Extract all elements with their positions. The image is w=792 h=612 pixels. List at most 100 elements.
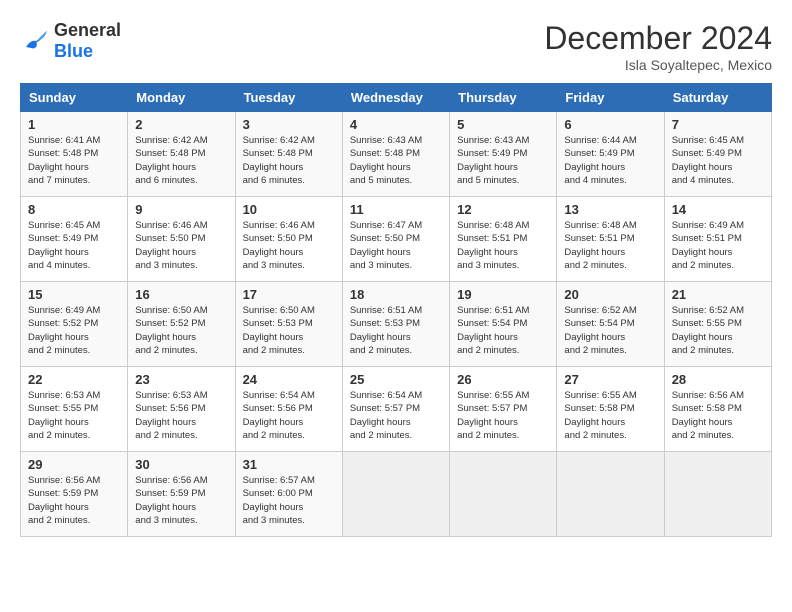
- day-info: Sunrise: 6:55 AM Sunset: 5:58 PM Dayligh…: [564, 389, 656, 442]
- day-info: Sunrise: 6:55 AM Sunset: 5:57 PM Dayligh…: [457, 389, 549, 442]
- day-info: Sunrise: 6:56 AM Sunset: 5:58 PM Dayligh…: [672, 389, 764, 442]
- table-cell: 30 Sunrise: 6:56 AM Sunset: 5:59 PM Dayl…: [128, 452, 235, 537]
- day-number: 30: [135, 457, 227, 472]
- header-thursday: Thursday: [450, 84, 557, 112]
- day-number: 10: [243, 202, 335, 217]
- table-cell: [450, 452, 557, 537]
- logo-text: General Blue: [54, 20, 121, 62]
- header-sunday: Sunday: [21, 84, 128, 112]
- day-number: 14: [672, 202, 764, 217]
- table-cell: 18 Sunrise: 6:51 AM Sunset: 5:53 PM Dayl…: [342, 282, 449, 367]
- table-cell: [664, 452, 771, 537]
- day-info: Sunrise: 6:42 AM Sunset: 5:48 PM Dayligh…: [243, 134, 335, 187]
- logo: General Blue: [20, 20, 121, 62]
- table-cell: 1 Sunrise: 6:41 AM Sunset: 5:48 PM Dayli…: [21, 112, 128, 197]
- day-info: Sunrise: 6:48 AM Sunset: 5:51 PM Dayligh…: [457, 219, 549, 272]
- day-number: 19: [457, 287, 549, 302]
- day-info: Sunrise: 6:53 AM Sunset: 5:56 PM Dayligh…: [135, 389, 227, 442]
- calendar-row: 15 Sunrise: 6:49 AM Sunset: 5:52 PM Dayl…: [21, 282, 772, 367]
- month-title: December 2024: [544, 20, 772, 57]
- day-number: 8: [28, 202, 120, 217]
- day-number: 26: [457, 372, 549, 387]
- day-number: 17: [243, 287, 335, 302]
- day-info: Sunrise: 6:42 AM Sunset: 5:48 PM Dayligh…: [135, 134, 227, 187]
- table-cell: 20 Sunrise: 6:52 AM Sunset: 5:54 PM Dayl…: [557, 282, 664, 367]
- day-number: 31: [243, 457, 335, 472]
- day-number: 16: [135, 287, 227, 302]
- header-saturday: Saturday: [664, 84, 771, 112]
- day-info: Sunrise: 6:51 AM Sunset: 5:54 PM Dayligh…: [457, 304, 549, 357]
- day-info: Sunrise: 6:43 AM Sunset: 5:49 PM Dayligh…: [457, 134, 549, 187]
- table-cell: 14 Sunrise: 6:49 AM Sunset: 5:51 PM Dayl…: [664, 197, 771, 282]
- calendar-table: Sunday Monday Tuesday Wednesday Thursday…: [20, 83, 772, 537]
- table-cell: 15 Sunrise: 6:49 AM Sunset: 5:52 PM Dayl…: [21, 282, 128, 367]
- table-cell: 13 Sunrise: 6:48 AM Sunset: 5:51 PM Dayl…: [557, 197, 664, 282]
- day-number: 18: [350, 287, 442, 302]
- table-cell: 26 Sunrise: 6:55 AM Sunset: 5:57 PM Dayl…: [450, 367, 557, 452]
- table-cell: 7 Sunrise: 6:45 AM Sunset: 5:49 PM Dayli…: [664, 112, 771, 197]
- table-cell: 2 Sunrise: 6:42 AM Sunset: 5:48 PM Dayli…: [128, 112, 235, 197]
- header-wednesday: Wednesday: [342, 84, 449, 112]
- day-number: 4: [350, 117, 442, 132]
- day-info: Sunrise: 6:44 AM Sunset: 5:49 PM Dayligh…: [564, 134, 656, 187]
- day-number: 9: [135, 202, 227, 217]
- day-info: Sunrise: 6:54 AM Sunset: 5:56 PM Dayligh…: [243, 389, 335, 442]
- table-cell: 27 Sunrise: 6:55 AM Sunset: 5:58 PM Dayl…: [557, 367, 664, 452]
- day-info: Sunrise: 6:46 AM Sunset: 5:50 PM Dayligh…: [243, 219, 335, 272]
- day-info: Sunrise: 6:50 AM Sunset: 5:52 PM Dayligh…: [135, 304, 227, 357]
- day-info: Sunrise: 6:57 AM Sunset: 6:00 PM Dayligh…: [243, 474, 335, 527]
- day-info: Sunrise: 6:47 AM Sunset: 5:50 PM Dayligh…: [350, 219, 442, 272]
- day-number: 24: [243, 372, 335, 387]
- day-info: Sunrise: 6:50 AM Sunset: 5:53 PM Dayligh…: [243, 304, 335, 357]
- day-info: Sunrise: 6:52 AM Sunset: 5:54 PM Dayligh…: [564, 304, 656, 357]
- table-cell: 12 Sunrise: 6:48 AM Sunset: 5:51 PM Dayl…: [450, 197, 557, 282]
- location-title: Isla Soyaltepec, Mexico: [544, 57, 772, 73]
- title-area: December 2024 Isla Soyaltepec, Mexico: [544, 20, 772, 73]
- table-cell: 19 Sunrise: 6:51 AM Sunset: 5:54 PM Dayl…: [450, 282, 557, 367]
- day-number: 7: [672, 117, 764, 132]
- table-cell: 31 Sunrise: 6:57 AM Sunset: 6:00 PM Dayl…: [235, 452, 342, 537]
- header: General Blue December 2024 Isla Soyaltep…: [20, 20, 772, 73]
- table-cell: 22 Sunrise: 6:53 AM Sunset: 5:55 PM Dayl…: [21, 367, 128, 452]
- day-number: 20: [564, 287, 656, 302]
- table-cell: 29 Sunrise: 6:56 AM Sunset: 5:59 PM Dayl…: [21, 452, 128, 537]
- day-number: 3: [243, 117, 335, 132]
- day-info: Sunrise: 6:51 AM Sunset: 5:53 PM Dayligh…: [350, 304, 442, 357]
- day-number: 15: [28, 287, 120, 302]
- table-cell: 10 Sunrise: 6:46 AM Sunset: 5:50 PM Dayl…: [235, 197, 342, 282]
- day-info: Sunrise: 6:54 AM Sunset: 5:57 PM Dayligh…: [350, 389, 442, 442]
- day-number: 23: [135, 372, 227, 387]
- day-info: Sunrise: 6:53 AM Sunset: 5:55 PM Dayligh…: [28, 389, 120, 442]
- day-info: Sunrise: 6:56 AM Sunset: 5:59 PM Dayligh…: [28, 474, 120, 527]
- calendar-row: 29 Sunrise: 6:56 AM Sunset: 5:59 PM Dayl…: [21, 452, 772, 537]
- day-number: 2: [135, 117, 227, 132]
- day-info: Sunrise: 6:48 AM Sunset: 5:51 PM Dayligh…: [564, 219, 656, 272]
- calendar-row: 22 Sunrise: 6:53 AM Sunset: 5:55 PM Dayl…: [21, 367, 772, 452]
- day-number: 29: [28, 457, 120, 472]
- table-cell: 17 Sunrise: 6:50 AM Sunset: 5:53 PM Dayl…: [235, 282, 342, 367]
- day-info: Sunrise: 6:52 AM Sunset: 5:55 PM Dayligh…: [672, 304, 764, 357]
- table-cell: 28 Sunrise: 6:56 AM Sunset: 5:58 PM Dayl…: [664, 367, 771, 452]
- day-number: 22: [28, 372, 120, 387]
- day-number: 12: [457, 202, 549, 217]
- table-cell: 23 Sunrise: 6:53 AM Sunset: 5:56 PM Dayl…: [128, 367, 235, 452]
- header-tuesday: Tuesday: [235, 84, 342, 112]
- day-number: 21: [672, 287, 764, 302]
- day-info: Sunrise: 6:43 AM Sunset: 5:48 PM Dayligh…: [350, 134, 442, 187]
- day-number: 11: [350, 202, 442, 217]
- logo-icon: [20, 26, 50, 56]
- table-cell: 4 Sunrise: 6:43 AM Sunset: 5:48 PM Dayli…: [342, 112, 449, 197]
- table-cell: 5 Sunrise: 6:43 AM Sunset: 5:49 PM Dayli…: [450, 112, 557, 197]
- day-info: Sunrise: 6:56 AM Sunset: 5:59 PM Dayligh…: [135, 474, 227, 527]
- table-cell: 9 Sunrise: 6:46 AM Sunset: 5:50 PM Dayli…: [128, 197, 235, 282]
- day-number: 6: [564, 117, 656, 132]
- table-cell: 21 Sunrise: 6:52 AM Sunset: 5:55 PM Dayl…: [664, 282, 771, 367]
- header-monday: Monday: [128, 84, 235, 112]
- day-info: Sunrise: 6:41 AM Sunset: 5:48 PM Dayligh…: [28, 134, 120, 187]
- calendar-row: 1 Sunrise: 6:41 AM Sunset: 5:48 PM Dayli…: [21, 112, 772, 197]
- day-number: 27: [564, 372, 656, 387]
- calendar-row: 8 Sunrise: 6:45 AM Sunset: 5:49 PM Dayli…: [21, 197, 772, 282]
- day-number: 5: [457, 117, 549, 132]
- day-number: 13: [564, 202, 656, 217]
- table-cell: 16 Sunrise: 6:50 AM Sunset: 5:52 PM Dayl…: [128, 282, 235, 367]
